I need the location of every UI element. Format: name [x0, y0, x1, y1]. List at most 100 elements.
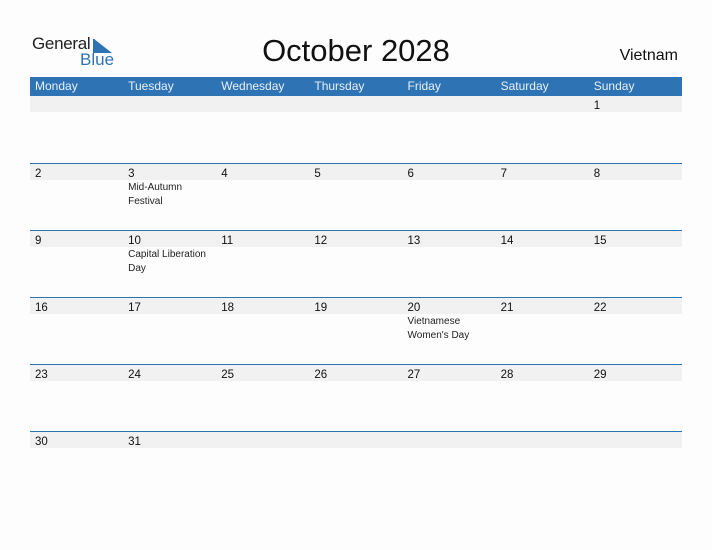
holiday-event	[30, 314, 123, 342]
day-number: 29	[593, 369, 607, 381]
day-number: 2	[35, 168, 42, 180]
day-cell: 2	[30, 164, 123, 180]
holiday-event	[216, 448, 309, 449]
holiday-event	[216, 314, 309, 342]
day-cell: 19	[309, 298, 402, 314]
day-cell: 28	[496, 365, 589, 381]
weekday-header: Monday Tuesday Wednesday Thursday Friday…	[30, 77, 682, 96]
calendar-title: October 2028	[262, 33, 450, 68]
weekday-saturday: Saturday	[500, 79, 549, 93]
weeks-container: 1 2 3 4 5 6 7 8 Mid-Autumn Festival 9 10 11 12 13 14 15…	[30, 96, 682, 498]
day-cell: 13	[403, 231, 496, 247]
date-band: 1	[30, 96, 682, 112]
holiday-event	[589, 180, 682, 208]
day-number: 26	[314, 369, 328, 381]
holiday-event	[30, 180, 123, 208]
day-number: 25	[221, 369, 235, 381]
date-band: 9 10 11 12 13 14 15	[30, 231, 682, 247]
day-cell: 20	[403, 298, 496, 314]
day-cell	[216, 96, 309, 112]
day-number: 17	[128, 302, 141, 314]
day-cell: 29	[589, 365, 682, 381]
holiday-event	[30, 112, 123, 113]
week-row: 2 3 4 5 6 7 8 Mid-Autumn Festival	[30, 163, 682, 230]
date-band: 2 3 4 5 6 7 8	[30, 164, 682, 180]
holiday-event	[309, 314, 402, 342]
holiday-event	[309, 381, 402, 382]
holiday-event	[309, 112, 402, 113]
weekday-friday: Friday	[407, 79, 441, 93]
day-number: 28	[500, 369, 514, 381]
day-cell: 9	[30, 231, 123, 247]
calendar-grid: Monday Tuesday Wednesday Thursday Friday…	[30, 77, 682, 498]
holiday-event: Mid-Autumn Festival	[128, 182, 183, 207]
day-cell	[30, 96, 123, 112]
day-cell: 14	[496, 231, 589, 247]
day-number: 7	[500, 168, 508, 180]
day-cell: 18	[216, 298, 309, 314]
day-cell: 11	[216, 231, 309, 247]
day-number: 3	[128, 168, 135, 180]
day-cell	[589, 432, 682, 448]
day-cell	[309, 96, 402, 112]
holiday-event	[123, 314, 216, 342]
day-number: 15	[593, 235, 607, 247]
day-cell	[403, 96, 496, 112]
week-row: 16 17 18 19 20 21 22 Vietnamese Women's Day	[30, 297, 682, 364]
day-number: 18	[221, 302, 235, 314]
events-row	[30, 112, 682, 113]
holiday-event	[403, 448, 496, 449]
day-number: 4	[221, 168, 228, 180]
holiday-event	[589, 112, 682, 113]
holiday-event: Capital Liberation Day	[128, 249, 206, 274]
weekday-monday: Monday	[35, 79, 78, 93]
day-number: 12	[314, 235, 328, 247]
day-number: 6	[407, 168, 414, 180]
date-band: 23 24 25 26 27 28 29	[30, 365, 682, 381]
day-number: 24	[128, 369, 141, 381]
holiday-event	[216, 381, 309, 382]
day-cell: 17	[123, 298, 216, 314]
events-row	[30, 448, 682, 449]
day-number: 11	[221, 235, 234, 247]
holiday-event	[496, 247, 589, 275]
day-number: 31	[128, 436, 141, 448]
day-number: 8	[593, 168, 601, 180]
day-cell: 5	[309, 164, 402, 180]
day-number: 22	[593, 302, 607, 314]
day-cell	[216, 432, 309, 448]
holiday-event	[216, 112, 309, 113]
weekday-sunday: Sunday	[593, 79, 635, 93]
holiday-event	[496, 314, 589, 342]
day-cell	[496, 96, 589, 112]
day-number: 30	[35, 436, 48, 448]
day-cell: 16	[30, 298, 123, 314]
week-row: 23 24 25 26 27 28 29	[30, 364, 682, 431]
day-cell: 12	[309, 231, 402, 247]
holiday-event	[589, 381, 682, 382]
holiday-event	[403, 381, 496, 382]
day-cell: 30	[30, 432, 123, 448]
day-cell: 8	[589, 164, 682, 180]
holiday-event	[123, 448, 216, 449]
holiday-event	[403, 112, 496, 113]
day-cell	[309, 432, 402, 448]
day-number: 23	[35, 369, 48, 381]
day-cell: 23	[30, 365, 123, 381]
day-number: 10	[128, 235, 141, 247]
holiday-event	[496, 381, 589, 382]
holiday-event	[123, 112, 216, 113]
day-number: 20	[407, 302, 421, 314]
day-number: 5	[314, 168, 321, 180]
day-number: 9	[35, 235, 42, 247]
week-row: 1	[30, 96, 682, 163]
day-number: 13	[407, 235, 421, 247]
day-cell: 26	[309, 365, 402, 381]
day-cell: 1	[589, 96, 682, 112]
day-cell: 27	[403, 365, 496, 381]
holiday-event	[589, 448, 682, 449]
day-number: 1	[593, 100, 601, 112]
holiday-event	[496, 180, 589, 208]
day-cell: 22	[589, 298, 682, 314]
day-cell	[496, 432, 589, 448]
